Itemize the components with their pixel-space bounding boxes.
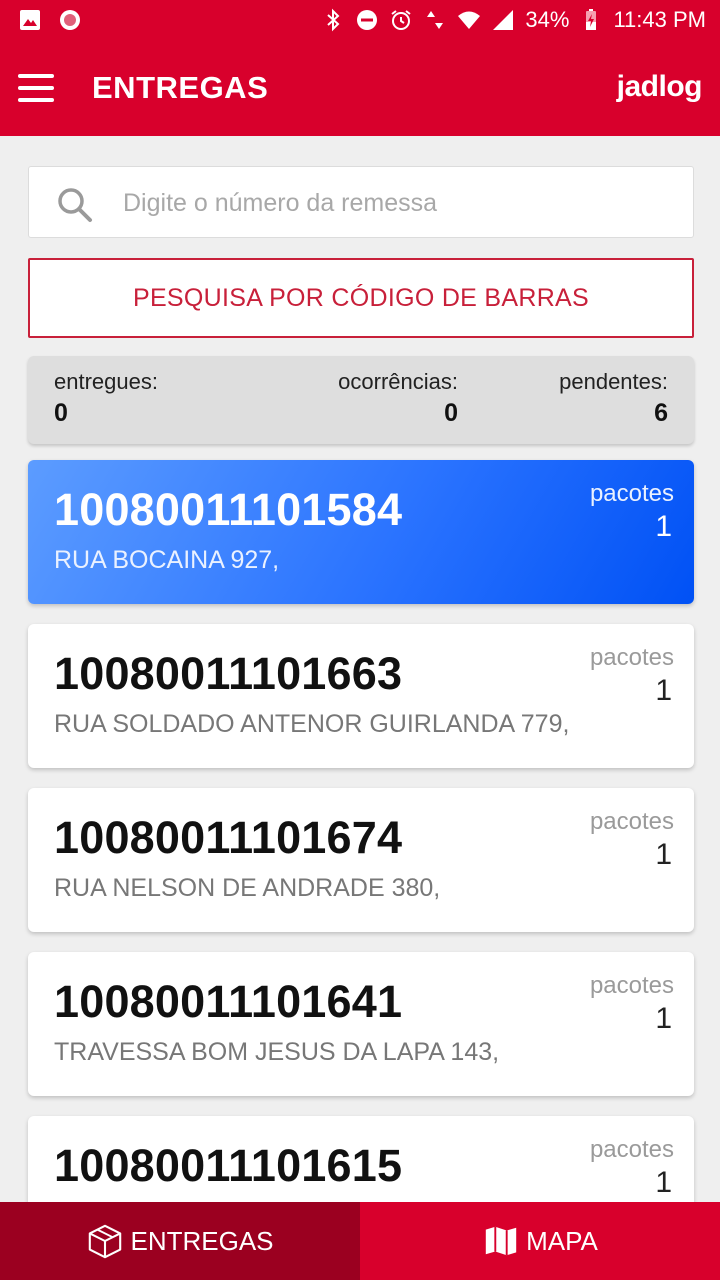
packages-count: 1 xyxy=(655,1166,672,1199)
battery-percent: 34% xyxy=(525,7,570,32)
delivery-code: 10080011101615 xyxy=(54,1140,403,1191)
tab-deliveries[interactable]: ENTREGAS xyxy=(0,1202,360,1280)
record-notification-icon xyxy=(60,10,80,30)
delivery-address: RUA SOLDADO ANTENOR GUIRLANDA 779, xyxy=(54,710,570,738)
search-box[interactable] xyxy=(28,166,694,238)
do-not-disturb-icon xyxy=(357,10,378,30)
alarm-icon xyxy=(391,10,412,30)
summary-pending-value: 6 xyxy=(654,399,668,427)
cell-signal-icon xyxy=(493,10,514,30)
bottom-navigation: ENTREGAS MAPA xyxy=(0,1202,720,1280)
search-input[interactable] xyxy=(123,181,673,225)
delivery-card[interactable]: 10080011101674 RUA NELSON DE ANDRADE 380… xyxy=(28,788,694,932)
summary-delivered: entregues: 0 xyxy=(54,368,158,430)
delivery-code: 10080011101663 xyxy=(54,648,403,699)
map-icon xyxy=(485,1226,517,1256)
summary-delivered-value: 0 xyxy=(54,399,68,427)
packages-label: pacotes xyxy=(589,480,674,507)
page-title: ENTREGAS xyxy=(92,70,269,105)
packages-count: 1 xyxy=(655,838,672,871)
delivery-card[interactable]: 10080011101641 TRAVESSA BOM JESUS DA LAP… xyxy=(28,952,694,1096)
delivery-code: 10080011101641 xyxy=(54,976,403,1027)
clock: 11:43 PM xyxy=(613,7,706,32)
status-notifications xyxy=(18,8,82,32)
summary-occurrences-label: ocorrências: xyxy=(338,369,458,394)
summary-pending: pendentes: 6 xyxy=(559,368,668,430)
delivery-address: RUA NELSON DE ANDRADE 380, xyxy=(54,874,441,902)
packages-label: pacotes xyxy=(589,808,674,835)
summary-pending-label: pendentes: xyxy=(559,369,668,394)
battery-charging-icon xyxy=(586,9,597,30)
delivery-summary: entregues: 0 ocorrências: 0 pendentes: 6 xyxy=(28,356,694,444)
delivery-card[interactable]: 10080011101663 RUA SOLDADO ANTENOR GUIRL… xyxy=(28,624,694,768)
bluetooth-icon xyxy=(327,8,340,32)
delivery-card-selected[interactable]: 10080011101584 RUA BOCAINA 927, pacotes … xyxy=(28,460,694,604)
status-bar: 34% 11:43 PM xyxy=(0,0,720,40)
hamburger-menu-icon[interactable] xyxy=(14,68,60,108)
app-bar: ENTREGAS jadlog xyxy=(0,40,720,136)
tab-deliveries-label: ENTREGAS xyxy=(130,1225,274,1256)
summary-occurrences-value: 0 xyxy=(444,399,458,427)
delivery-address: TRAVESSA BOM JESUS DA LAPA 143, xyxy=(54,1038,500,1066)
packages-label: pacotes xyxy=(589,1136,674,1163)
wifi-icon xyxy=(458,11,481,29)
package-box-icon xyxy=(89,1224,122,1259)
packages-count: 1 xyxy=(655,1002,672,1035)
summary-delivered-label: entregues: xyxy=(54,369,158,394)
packages-count: 1 xyxy=(655,510,672,543)
data-transfer-icon xyxy=(427,11,444,29)
brand-logo: jadlog xyxy=(616,70,703,103)
tab-map[interactable]: MAPA xyxy=(360,1202,720,1280)
image-notification-icon xyxy=(20,10,40,30)
delivery-address: RUA BOCAINA 927, xyxy=(54,546,280,574)
status-indicators: 34% 11:43 PM xyxy=(321,6,706,34)
packages-count: 1 xyxy=(655,674,672,707)
delivery-code: 10080011101584 xyxy=(54,484,403,535)
barcode-search-button[interactable]: PESQUISA POR CÓDIGO DE BARRAS xyxy=(28,258,694,338)
tab-map-label: MAPA xyxy=(526,1225,598,1256)
packages-label: pacotes xyxy=(589,644,674,671)
summary-occurrences: ocorrências: 0 xyxy=(338,368,458,430)
search-icon xyxy=(58,188,92,222)
packages-label: pacotes xyxy=(589,972,674,999)
delivery-code: 10080011101674 xyxy=(54,812,403,863)
